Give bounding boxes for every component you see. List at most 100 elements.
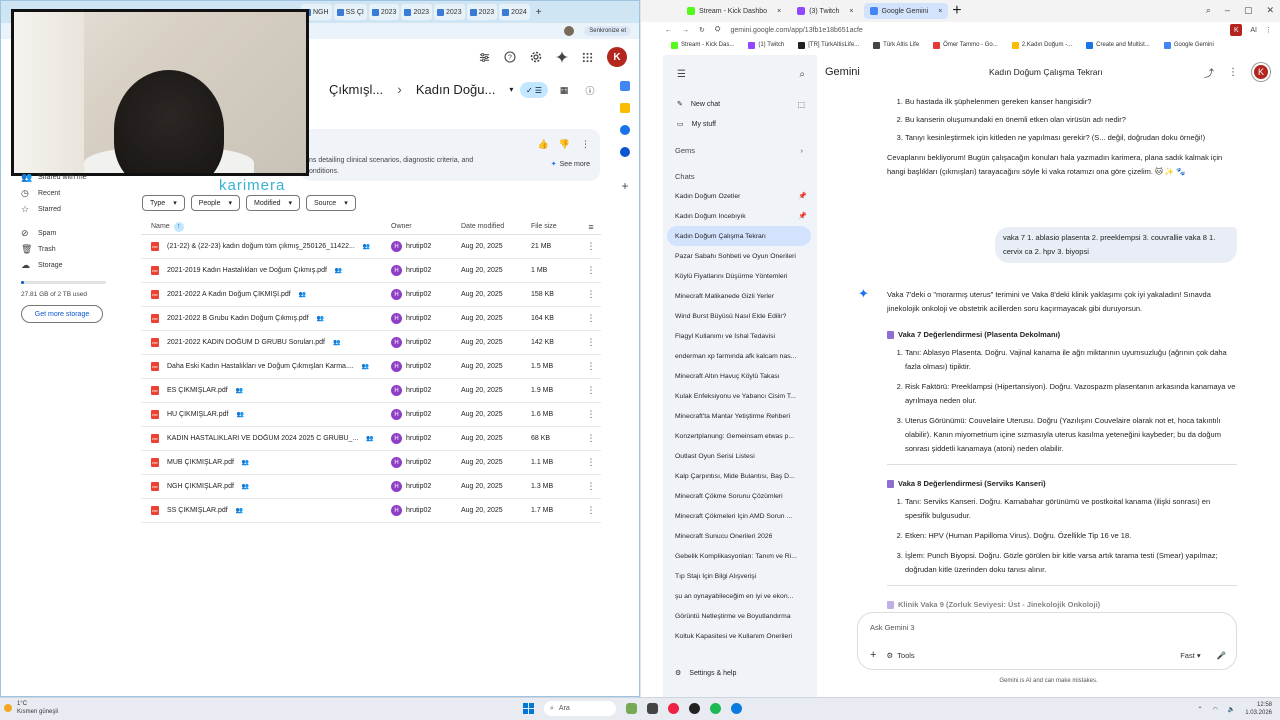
account-avatar[interactable]: K <box>607 47 627 67</box>
weather-widget[interactable]: 1°C Kısmen güneşli <box>4 700 58 716</box>
bookmark[interactable]: Create and Multist... <box>1086 41 1150 49</box>
table-row[interactable]: PDF (21-22) & (22-23) kadın doğum tüm çık… <box>141 235 601 259</box>
table-row[interactable]: PDF 2021-2022 A Kadın Doğum ÇIKMIŞI.pdf 👥 H… <box>141 283 601 307</box>
gems-section[interactable]: Gems › <box>663 140 817 160</box>
more-actions-icon[interactable]: ⋮ <box>581 481 601 492</box>
more-actions-icon[interactable]: ⋮ <box>581 505 601 516</box>
left-tab[interactable]: 2023 <box>466 4 498 20</box>
settings-gear-icon[interactable] <box>530 51 542 63</box>
widgets-icon[interactable] <box>626 703 637 714</box>
tab-close-icon[interactable]: × <box>938 8 942 15</box>
hamburger-menu-icon[interactable]: ☰ <box>677 69 686 80</box>
chat-item[interactable]: Görüntü Netleştirme ve Boyutlandırma <box>663 606 817 626</box>
chat-item[interactable]: Koltuk Kapasitesi ve Kullanım Önerileri <box>663 626 817 646</box>
filter-settings-icon[interactable] <box>479 52 490 63</box>
chat-item[interactable]: Wind Burst Büyüsü Nasıl Elde Edilir? <box>663 306 817 326</box>
calendar-icon[interactable] <box>620 81 630 91</box>
left-tab[interactable]: SS ÇI <box>333 4 367 20</box>
tasks-icon[interactable] <box>620 125 630 135</box>
table-row[interactable]: PDF ES ÇIKMIŞLAR.pdf 👥 Hhrutip02 Aug 20, 202… <box>141 379 601 403</box>
add-addon-icon[interactable]: + <box>621 179 628 193</box>
more-actions-icon[interactable]: ⋮ <box>581 241 601 252</box>
taskbar-search[interactable]: ⌕ Ara <box>544 701 616 716</box>
chat-item[interactable]: Kadın Doğum Özetler 📌 <box>663 186 817 206</box>
sidebar-item[interactable]: ◷ Recent <box>11 185 131 201</box>
table-row[interactable]: PDF 2021-2022 B Grubu Kadın Doğum Çıkmış.… <box>141 307 601 331</box>
sync-button[interactable]: Senkronize et <box>584 26 631 36</box>
sort-arrow-icon[interactable]: ↑ <box>173 221 184 232</box>
info-icon[interactable]: ⓘ <box>580 82 600 98</box>
more-vert-icon[interactable]: ⋮ <box>581 139 590 150</box>
chat-item[interactable]: Pazar Sabahı Sohbeti ve Oyun Önerileri <box>663 246 817 266</box>
chat-item[interactable]: Minecraft Çökme Sorunu Çözümleri <box>663 486 817 506</box>
left-tab[interactable]: 2023 <box>434 4 465 20</box>
user-avatar[interactable]: K <box>1252 63 1270 81</box>
help-icon[interactable]: ? <box>504 51 516 63</box>
browser-tab[interactable]: Stream - Kick Dashbo × <box>681 3 787 19</box>
more-options-icon[interactable]: ⋮ <box>1228 67 1238 78</box>
grid-view-button[interactable]: ▦ <box>554 82 574 98</box>
temporary-chat-icon[interactable]: ⬚ <box>797 100 805 109</box>
gemini-spark-icon[interactable] <box>556 51 568 63</box>
chat-item[interactable]: Minecraft Malikanede Gizli Yerler <box>663 286 817 306</box>
chat-item[interactable]: Flagyl Kullanımı ve İshal Tedavisi <box>663 326 817 346</box>
table-row[interactable]: PDF NGH ÇIKMIŞLAR.pdf 👥 Hhrutip02 Aug 20, 20… <box>141 475 601 499</box>
table-row[interactable]: PDF 2021-2022 KADIN DOĞUM D GRUBU Sorular… <box>141 331 601 355</box>
close-icon[interactable]: ✕ <box>1266 5 1274 16</box>
bookmark[interactable]: (1) Twitch <box>748 41 784 49</box>
app-icon[interactable] <box>689 703 700 714</box>
chat-item[interactable]: Kulak Enfeksiyonu ve Yabancı Cisim T... <box>663 386 817 406</box>
browser-tab[interactable]: Google Gemini × <box>863 3 949 19</box>
sidebar-item[interactable]: ☆ Starred <box>11 201 131 217</box>
settings-help-button[interactable]: ⚙ Settings & help <box>675 669 736 678</box>
site-info-icon[interactable]: ⛭ <box>715 26 721 34</box>
url-field[interactable]: gemini.google.com/app/13fb1e18b651acfe <box>730 27 862 34</box>
tab-close-icon[interactable]: × <box>777 8 781 15</box>
chat-item[interactable]: Minecraft Çökmeleri İçin AMD Sorun ... <box>663 506 817 526</box>
more-actions-icon[interactable]: ⋮ <box>581 457 601 468</box>
chat-item[interactable]: Kadın Doğum Çalışma Tekrarı <box>667 226 811 246</box>
name-column-header[interactable]: Name ↑ <box>141 221 391 232</box>
mode-selector[interactable]: Fast ▾ <box>1180 651 1200 660</box>
maximize-icon[interactable]: ▢ <box>1244 5 1253 16</box>
chat-item[interactable]: Gebelik Komplikasyonları: Tanım ve Ri... <box>663 546 817 566</box>
contacts-icon[interactable] <box>620 147 630 157</box>
table-row[interactable]: PDF HÜ ÇIKMIŞLAR.pdf 👥 Hhrutip02 Aug 20, 202… <box>141 403 601 427</box>
back-icon[interactable]: ← <box>665 27 672 34</box>
add-attachment-icon[interactable]: + <box>870 649 876 661</box>
opera-icon[interactable] <box>668 703 679 714</box>
tools-button[interactable]: ⚙ Tools <box>886 651 914 660</box>
tray-chevron-icon[interactable]: ⌃ <box>1198 706 1203 713</box>
table-row[interactable]: PDF KADIN HASTALIKLARI VE DOĞUM 2024 2025… <box>141 427 601 451</box>
start-button-icon[interactable] <box>523 703 534 714</box>
chat-item[interactable]: Tıp Stajı İçin Bilgi Alışverişi <box>663 566 817 586</box>
filter-chip[interactable]: Source ▾ <box>306 195 356 211</box>
gemini-brand[interactable]: Gemini <box>825 66 860 78</box>
chat-item[interactable]: Kalp Çarpıntısı, Mide Bulantısı, Baş D..… <box>663 466 817 486</box>
breadcrumb-current[interactable]: Kadın Doğu... <box>416 82 496 97</box>
chat-item[interactable]: Kadın Doğum İncebıyık 📌 <box>663 206 817 226</box>
pin-icon[interactable]: 📌 <box>798 192 807 200</box>
chat-item[interactable]: Konzertplanung: Gemeinsam etwas p... <box>663 426 817 446</box>
more-actions-icon[interactable]: ⋮ <box>581 265 601 276</box>
share-icon[interactable]: ⤴ <box>1204 65 1214 80</box>
table-row[interactable]: PDF SS ÇIKMIŞLAR.pdf 👥 Hhrutip02 Aug 20, 202… <box>141 499 601 523</box>
more-actions-icon[interactable]: ⋮ <box>581 289 601 300</box>
left-tab[interactable]: 2023 <box>401 4 433 20</box>
table-row[interactable]: PDF MUB ÇIKMIŞLAR.pdf 👥 Hhrutip02 Aug 20, 20… <box>141 451 601 475</box>
more-actions-icon[interactable]: ⋮ <box>581 361 601 372</box>
chat-item[interactable]: Minecraft Sunucu Önerileri 2026 <box>663 526 817 546</box>
clock[interactable]: 12:58 1.03.2026 <box>1245 701 1272 717</box>
more-actions-icon[interactable]: ⋮ <box>581 433 601 444</box>
breadcrumb-parent[interactable]: Çıkmışl... <box>329 82 383 97</box>
volume-icon[interactable]: 🔈 <box>1228 706 1235 713</box>
filter-chip[interactable]: Type ▾ <box>142 195 185 211</box>
prompt-input[interactable]: Ask Gemini 3 <box>870 623 915 632</box>
bookmark[interactable]: 2.Kadın Doğum -... <box>1011 41 1072 49</box>
sidebar-item[interactable]: 🗑 Trash <box>11 241 131 257</box>
bookmark[interactable]: Google Gemini <box>1163 41 1214 49</box>
chat-item[interactable]: Köylü Fiyatlarını Düşürme Yöntemleri <box>663 266 817 286</box>
bookmark[interactable]: Ömer Tammo - Go... <box>933 41 998 49</box>
more-actions-icon[interactable]: ⋮ <box>581 313 601 324</box>
chat-item[interactable]: Minecraft Altın Havuç Köylü Takası <box>663 366 817 386</box>
